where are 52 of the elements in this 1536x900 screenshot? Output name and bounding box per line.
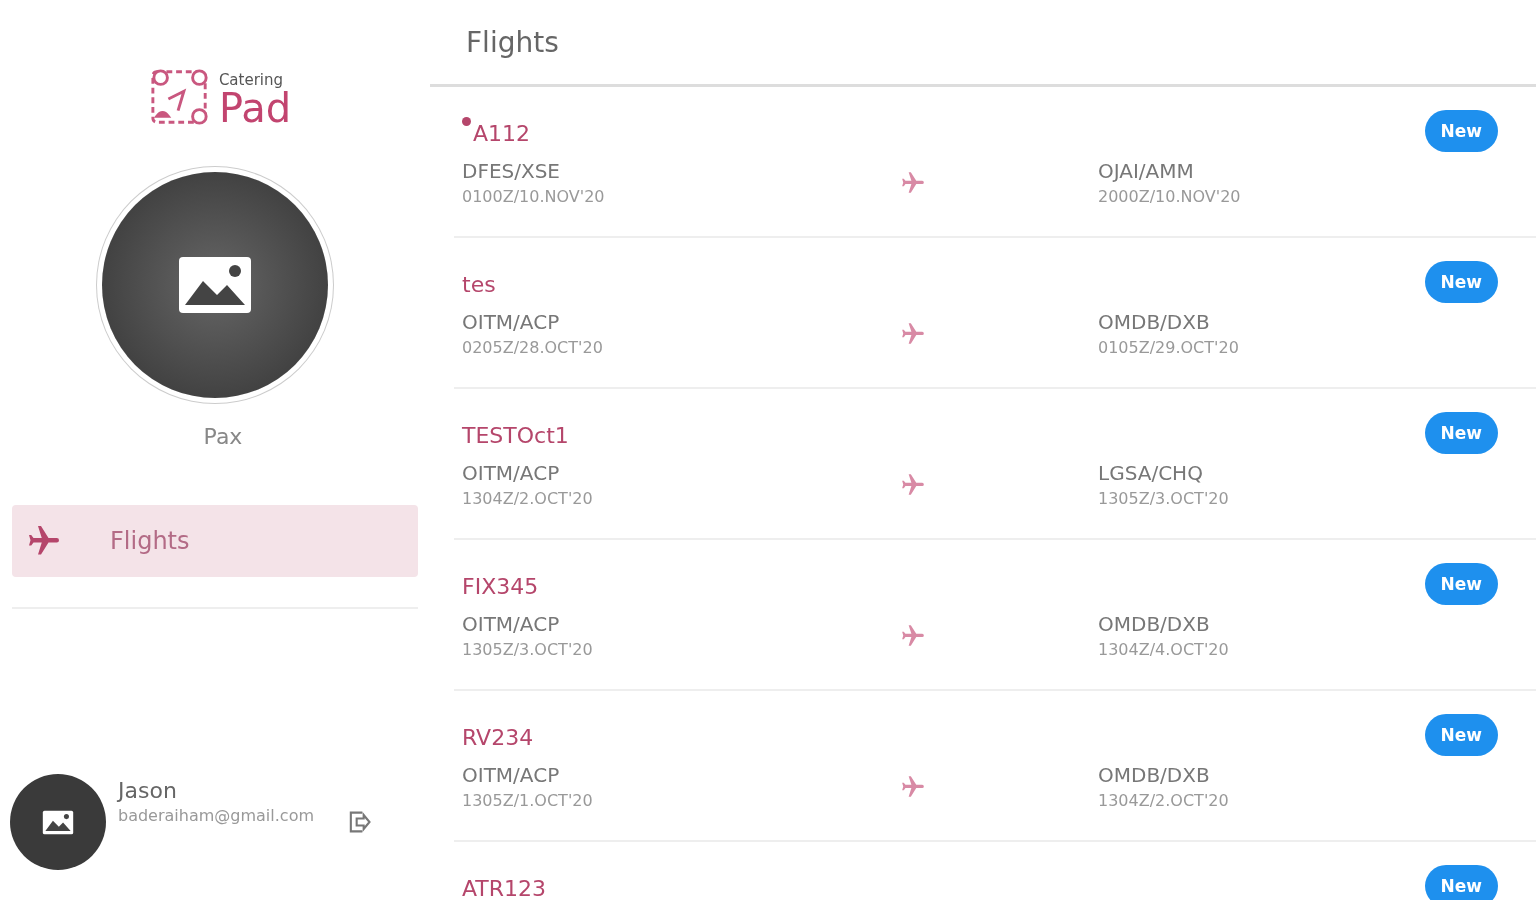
origin-airport: OITM/ACP	[462, 763, 561, 787]
flight-row[interactable]: RV234 New OITM/ACP 1305Z/1.OCT'20 OMDB/DXB 1304Z/2.OCT'20	[454, 691, 1536, 842]
origin-airport: OITM/ACP	[462, 612, 561, 636]
page-title: Flights	[466, 25, 559, 59]
status-badge: New	[1424, 412, 1498, 454]
airplane-icon	[900, 471, 926, 498]
profile-name: Pax	[203, 424, 243, 449]
airplane-icon	[900, 320, 926, 347]
arrival-time: 0105Z/29.OCT'20	[1098, 338, 1240, 357]
departure-time: 0205Z/28.OCT'20	[462, 338, 604, 357]
airplane-icon	[900, 773, 926, 800]
flight-row[interactable]: A112 New DFES/XSE 0100Z/10.NOV'20 OJAI/AMM 2000Z/10.NOV'20	[454, 87, 1536, 238]
flight-code: A112	[473, 120, 531, 146]
status-badge: New	[1424, 563, 1498, 605]
flight-code: tes	[462, 271, 496, 297]
flight-row[interactable]: TESTOct1 New OITM/ACP 1304Z/2.OCT'20 LGSA/CHQ 1305Z/3.OCT'20	[454, 389, 1536, 540]
arrival-time: 2000Z/10.NOV'20	[1098, 187, 1242, 206]
arrival-time: 1305Z/3.OCT'20	[1098, 489, 1230, 508]
departure-time: 1304Z/2.OCT'20	[462, 489, 594, 508]
logo-title: Pad	[218, 88, 292, 128]
origin-airport: OITM/ACP	[462, 310, 561, 334]
flight-code: RV234	[462, 724, 534, 750]
user-name: Jason	[118, 778, 178, 803]
flight-code: ATR123	[462, 875, 547, 900]
destination-airport: OMDB/DXB	[1098, 612, 1211, 636]
status-badge: New	[1424, 865, 1498, 900]
arrival-time: 1304Z/4.OCT'20	[1098, 640, 1230, 659]
flight-row[interactable]: tes New OITM/ACP 0205Z/28.OCT'20 OMDB/DXB 0105Z/29.OCT'20	[454, 238, 1536, 389]
logo-subtitle: Catering	[218, 73, 284, 88]
flight-row[interactable]: ATR123 New	[454, 842, 1536, 900]
flight-code: TESTOct1	[462, 422, 569, 448]
airplane-icon	[900, 622, 926, 649]
status-badge: New	[1424, 714, 1498, 756]
origin-airport: DFES/XSE	[462, 159, 561, 183]
departure-time: 1305Z/1.OCT'20	[462, 791, 594, 810]
departure-time: 0100Z/10.NOV'20	[462, 187, 606, 206]
arrival-time: 1304Z/2.OCT'20	[1098, 791, 1230, 810]
departure-time: 1305Z/3.OCT'20	[462, 640, 594, 659]
airplane-icon	[900, 169, 926, 196]
destination-airport: OMDB/DXB	[1098, 310, 1211, 334]
flight-code: FIX345	[462, 573, 539, 599]
logo-icon	[148, 66, 211, 128]
destination-airport: OMDB/DXB	[1098, 763, 1211, 787]
destination-airport: LGSA/CHQ	[1098, 461, 1204, 485]
status-badge: New	[1424, 261, 1498, 303]
nav-item[interactable]: Flights	[12, 505, 418, 577]
status-badge: New	[1424, 110, 1498, 152]
origin-airport: OITM/ACP	[462, 461, 561, 485]
user-email: baderaiham@gmail.com	[118, 805, 315, 827]
destination-airport: OJAI/AMM	[1098, 159, 1195, 183]
image-icon	[41, 808, 75, 836]
flight-row[interactable]: FIX345 New OITM/ACP 1305Z/3.OCT'20 OMDB/DXB 1304Z/4.OCT'20	[454, 540, 1536, 691]
